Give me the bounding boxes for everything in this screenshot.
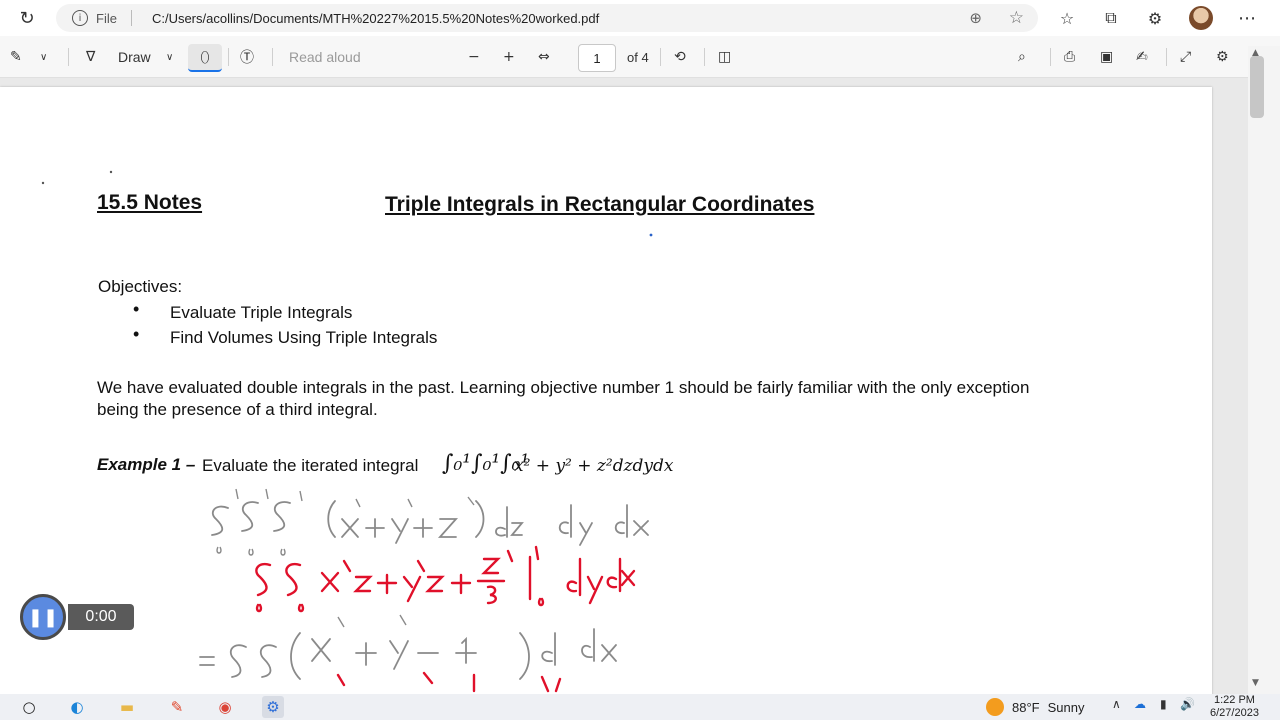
avatar[interactable]: [1189, 6, 1213, 30]
onedrive-icon[interactable]: ☁: [1134, 697, 1146, 711]
url-box[interactable]: i File C:/Users/acollins/Documents/MTH%2…: [56, 4, 1038, 32]
pdf-viewer[interactable]: 15.5 Notes Triple Integrals in Rectangul…: [0, 78, 1248, 694]
player-time: 0:00: [68, 604, 134, 630]
browser-address-bar: ↻ i File C:/Users/acollins/Documents/MTH…: [0, 0, 1280, 36]
settings-gear-icon[interactable]: ⚙: [1216, 46, 1229, 68]
file-label: File: [96, 10, 117, 26]
rotate-icon[interactable]: ⟲: [674, 46, 686, 68]
fit-width-icon[interactable]: ⇔: [538, 46, 550, 68]
scroll-down-icon[interactable]: ▼: [1252, 678, 1259, 688]
pen-app-icon[interactable]: ✎: [166, 696, 188, 718]
star-icon[interactable]: ☆: [1009, 8, 1024, 28]
clock[interactable]: 1:22 PM 6/27/2023: [1210, 694, 1259, 720]
chrome-icon[interactable]: ◉: [214, 696, 236, 718]
search-icon[interactable]: ⌕: [1018, 46, 1026, 68]
divider: [272, 48, 273, 66]
divider: [68, 48, 69, 66]
fullscreen-icon[interactable]: ⤢: [1180, 46, 1191, 68]
clock-date: 6/27/2023: [1210, 707, 1259, 719]
divider: [660, 48, 661, 66]
print-icon[interactable]: ⎙: [1064, 46, 1075, 68]
highlight-icon[interactable]: ✎: [10, 46, 22, 68]
scroll-thumb[interactable]: [1250, 56, 1264, 118]
handwritten-red: [255, 545, 636, 693]
more-icon[interactable]: ⋯: [1236, 7, 1258, 29]
divider: [1050, 48, 1051, 66]
info-icon[interactable]: i: [72, 10, 88, 26]
collections-icon[interactable]: ⧉: [1100, 7, 1122, 29]
pause-button[interactable]: ❚❚: [20, 594, 66, 640]
page-number-input[interactable]: 1: [578, 44, 616, 72]
read-aloud-button[interactable]: Read aloud: [289, 46, 361, 68]
search-circle-icon[interactable]: ○: [18, 696, 40, 718]
chevron-down-icon[interactable]: ∨: [166, 46, 173, 68]
file-explorer-icon[interactable]: ▬: [116, 696, 138, 718]
zoom-in-icon[interactable]: +: [503, 46, 515, 68]
weather-condition: Sunny: [1047, 699, 1085, 715]
refresh-icon[interactable]: ↻: [16, 8, 38, 29]
save-as-icon[interactable]: ✍: [1136, 46, 1148, 68]
temperature: 88°F: [1012, 699, 1040, 715]
url-separator: [130, 10, 132, 26]
volume-icon[interactable]: 🔊: [1180, 697, 1195, 711]
extensions-icon[interactable]: ⚙: [1144, 7, 1166, 29]
chevron-down-icon[interactable]: ∨: [40, 46, 47, 68]
favorites-icon[interactable]: ☆: [1056, 7, 1078, 29]
draw-button[interactable]: Draw: [118, 46, 151, 68]
handwritten-gray-limits: [216, 488, 475, 628]
page-total: of 4: [627, 49, 649, 65]
sun-icon: [986, 698, 1004, 716]
media-player: ❚❚ 0:00: [20, 594, 134, 640]
settings-app-icon[interactable]: ⚙: [262, 696, 284, 718]
page-view-icon[interactable]: ◫: [718, 46, 731, 68]
edge-icon[interactable]: ◐: [66, 696, 88, 718]
clock-time: 1:22 PM: [1213, 694, 1255, 706]
chevron-up-icon[interactable]: ∧: [1112, 697, 1121, 711]
divider: [228, 48, 229, 66]
taskbar: ○ ◐ ▬ ✎ ◉ ⚙ 88°F Sunny ∧ ☁ ▮ 🔊 1:22 PM 6…: [0, 694, 1280, 720]
divider: [1166, 48, 1167, 66]
handwriting-layer: [41, 170, 653, 693]
scrollbar[interactable]: ▲ ▼: [1248, 46, 1280, 694]
text-box-icon[interactable]: Ⓣ: [240, 46, 254, 68]
save-icon[interactable]: ▣: [1100, 46, 1113, 68]
weather-widget[interactable]: 88°F Sunny: [986, 698, 1084, 716]
zoom-icon[interactable]: ⊕: [969, 9, 982, 27]
zoom-out-icon[interactable]: −: [468, 46, 480, 68]
draw-icon[interactable]: ∇: [86, 46, 95, 68]
eraser-button[interactable]: ⬯: [188, 44, 222, 72]
page-specks: [41, 170, 653, 237]
url-text[interactable]: C:/Users/acollins/Documents/MTH%20227%20…: [152, 11, 599, 26]
pdf-page: 15.5 Notes Triple Integrals in Rectangul…: [0, 87, 1212, 694]
battery-icon[interactable]: ▮: [1160, 697, 1167, 711]
divider: [704, 48, 705, 66]
